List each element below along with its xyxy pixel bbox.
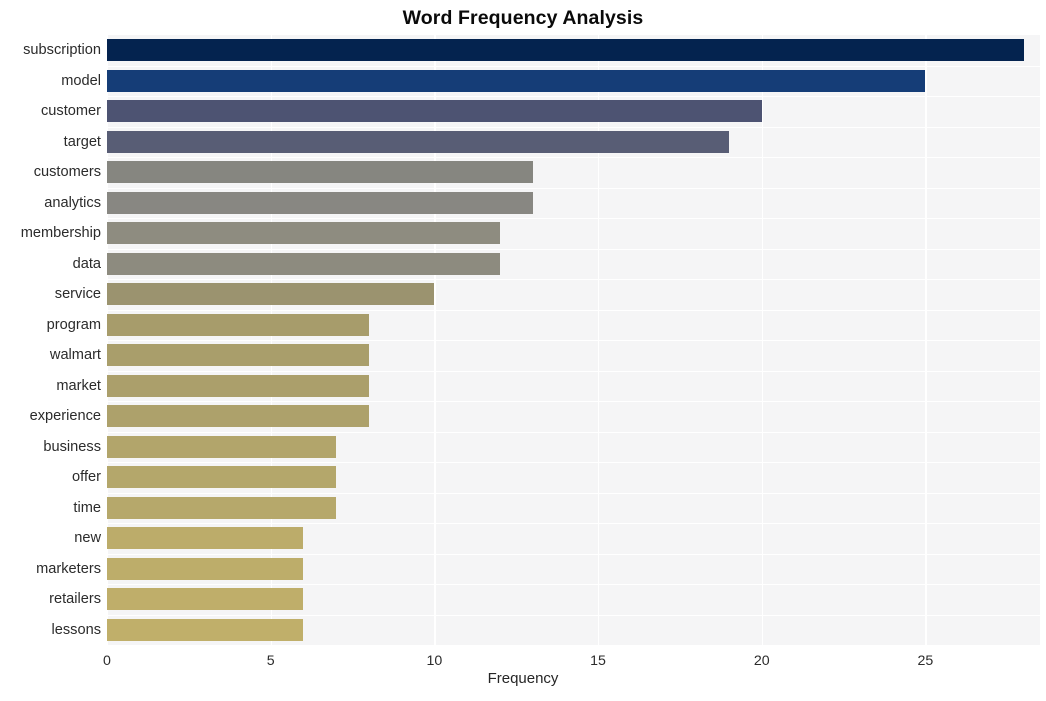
bar-subscription xyxy=(107,39,1024,62)
bar-service xyxy=(107,283,435,306)
row-separator xyxy=(107,431,1040,433)
bar-new xyxy=(107,527,304,550)
y-tick-label-business: business xyxy=(43,438,101,455)
row-separator xyxy=(107,126,1040,128)
y-tick-label-new: new xyxy=(74,530,101,547)
row-separator xyxy=(107,96,1040,98)
bar-row xyxy=(107,249,1040,280)
row-separator xyxy=(107,309,1040,311)
bar-row xyxy=(107,401,1040,432)
row-separator xyxy=(107,218,1040,220)
bar-retailers xyxy=(107,588,304,611)
y-tick-label-marketers: marketers xyxy=(36,560,101,577)
y-tick-label-program: program xyxy=(46,316,101,333)
chart-title: Word Frequency Analysis xyxy=(402,7,644,29)
row-separator xyxy=(107,157,1040,159)
row-separator xyxy=(107,401,1040,403)
y-tick-label-time: time xyxy=(73,499,101,516)
row-separator xyxy=(107,614,1040,616)
row-separator xyxy=(107,584,1040,586)
bar-row xyxy=(107,371,1040,402)
bar-membership xyxy=(107,222,500,245)
y-tick-label-retailers: retailers xyxy=(49,591,101,608)
bar-row xyxy=(107,432,1040,463)
row-separator xyxy=(107,523,1040,525)
bar-row xyxy=(107,218,1040,249)
bar-analytics xyxy=(107,191,533,214)
bars-container xyxy=(107,35,1040,645)
bar-marketers xyxy=(107,557,304,580)
bar-row xyxy=(107,340,1040,371)
row-separator xyxy=(107,187,1040,189)
x-tick-label-15: 15 xyxy=(590,653,606,669)
bar-row xyxy=(107,462,1040,493)
bar-offer xyxy=(107,466,337,489)
row-separator xyxy=(107,462,1040,464)
bar-row xyxy=(107,523,1040,554)
plot-area xyxy=(107,35,1040,645)
bar-row xyxy=(107,279,1040,310)
row-separator xyxy=(107,279,1040,281)
y-tick-label-offer: offer xyxy=(72,469,101,486)
y-tick-label-data: data xyxy=(72,255,101,272)
bar-program xyxy=(107,313,369,336)
bar-customer xyxy=(107,100,762,123)
bar-experience xyxy=(107,405,369,428)
y-tick-label-market: market xyxy=(56,377,101,394)
bar-row xyxy=(107,66,1040,97)
bar-business xyxy=(107,435,337,458)
x-tick-label-10: 10 xyxy=(426,653,443,669)
x-tick-label-5: 5 xyxy=(266,653,275,669)
y-tick-label-service: service xyxy=(54,286,101,303)
bar-market xyxy=(107,374,369,397)
bar-row xyxy=(107,96,1040,127)
y-tick-label-analytics: analytics xyxy=(44,194,101,211)
y-tick-label-target: target xyxy=(63,133,101,150)
bar-row xyxy=(107,615,1040,646)
bar-row xyxy=(107,35,1040,66)
row-separator xyxy=(107,492,1040,494)
y-tick-label-customer: customer xyxy=(40,103,101,120)
y-tick-label-membership: membership xyxy=(20,225,101,242)
row-separator xyxy=(107,370,1040,372)
row-separator xyxy=(107,553,1040,555)
x-axis-label: Frequency xyxy=(487,670,559,687)
bar-customers xyxy=(107,161,533,184)
bar-row xyxy=(107,310,1040,341)
bar-row xyxy=(107,493,1040,524)
y-tick-label-customers: customers xyxy=(33,164,101,181)
x-tick-label-0: 0 xyxy=(103,653,111,669)
bar-data xyxy=(107,252,500,275)
bar-lessons xyxy=(107,618,304,641)
bar-target xyxy=(107,130,729,153)
y-axis-category-labels: subscription model customer target customers… xyxy=(0,35,101,645)
x-tick-label-20: 20 xyxy=(753,653,770,669)
row-separator xyxy=(107,340,1040,342)
word-frequency-bar-chart: Word Frequency Analysis subscription mode… xyxy=(0,0,1046,701)
bar-row xyxy=(107,127,1040,158)
bar-row xyxy=(107,157,1040,188)
row-separator xyxy=(107,248,1040,250)
y-tick-label-lessons: lessons xyxy=(51,621,101,638)
y-tick-label-subscription: subscription xyxy=(23,42,101,59)
bar-time xyxy=(107,496,337,519)
bar-model xyxy=(107,69,926,92)
x-tick-label-25: 25 xyxy=(917,653,934,669)
y-tick-label-experience: experience xyxy=(29,408,101,425)
bar-row xyxy=(107,584,1040,615)
row-separator xyxy=(107,65,1040,67)
bar-row xyxy=(107,188,1040,219)
y-tick-label-walmart: walmart xyxy=(49,347,101,364)
bar-walmart xyxy=(107,344,369,367)
bar-row xyxy=(107,554,1040,585)
y-tick-label-model: model xyxy=(61,72,101,89)
